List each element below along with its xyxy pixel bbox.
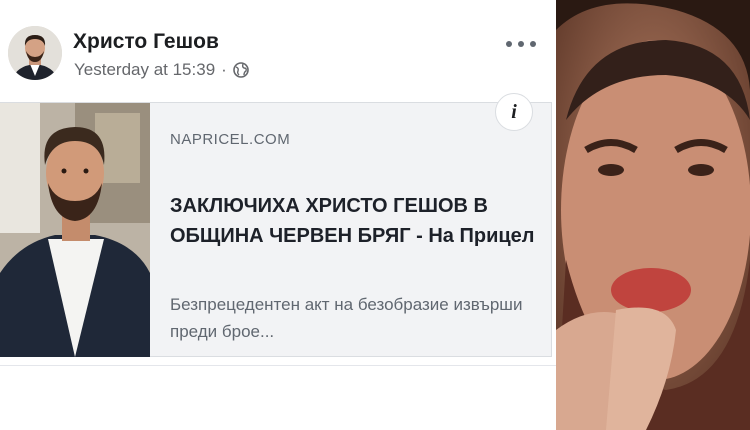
author-name[interactable]: Христо Гешов — [73, 30, 219, 54]
more-dot — [530, 41, 536, 47]
post-timestamp[interactable]: Yesterday at 15:39 — [74, 60, 215, 80]
more-dot — [506, 41, 512, 47]
link-domain: NAPRICEL.COM — [170, 131, 291, 148]
link-description: Безпрецедентен акт на безобразие извърши… — [170, 295, 523, 341]
facebook-post: Христо Гешов Yesterday at 15:39 · NAPRIC… — [0, 0, 556, 430]
side-photo — [556, 0, 750, 430]
link-headline[interactable]: ЗАКЛЮЧИХА ХРИСТО ГЕШОВ В ОБЩИНА ЧЕРВЕН Б… — [170, 191, 542, 251]
avatar-photo — [8, 26, 62, 80]
meta-separator: · — [221, 60, 227, 79]
post-meta: Yesterday at 15:39 · — [74, 60, 249, 80]
info-icon[interactable]: i — [495, 93, 533, 131]
more-options-icon[interactable] — [506, 34, 536, 54]
post-divider — [0, 365, 556, 366]
link-thumbnail — [0, 103, 150, 357]
link-preview-card[interactable]: NAPRICEL.COM ЗАКЛЮЧИХА ХРИСТО ГЕШОВ В ОБ… — [0, 102, 552, 357]
more-dot — [518, 41, 524, 47]
globe-icon[interactable] — [233, 62, 249, 78]
author-avatar[interactable] — [8, 26, 62, 80]
